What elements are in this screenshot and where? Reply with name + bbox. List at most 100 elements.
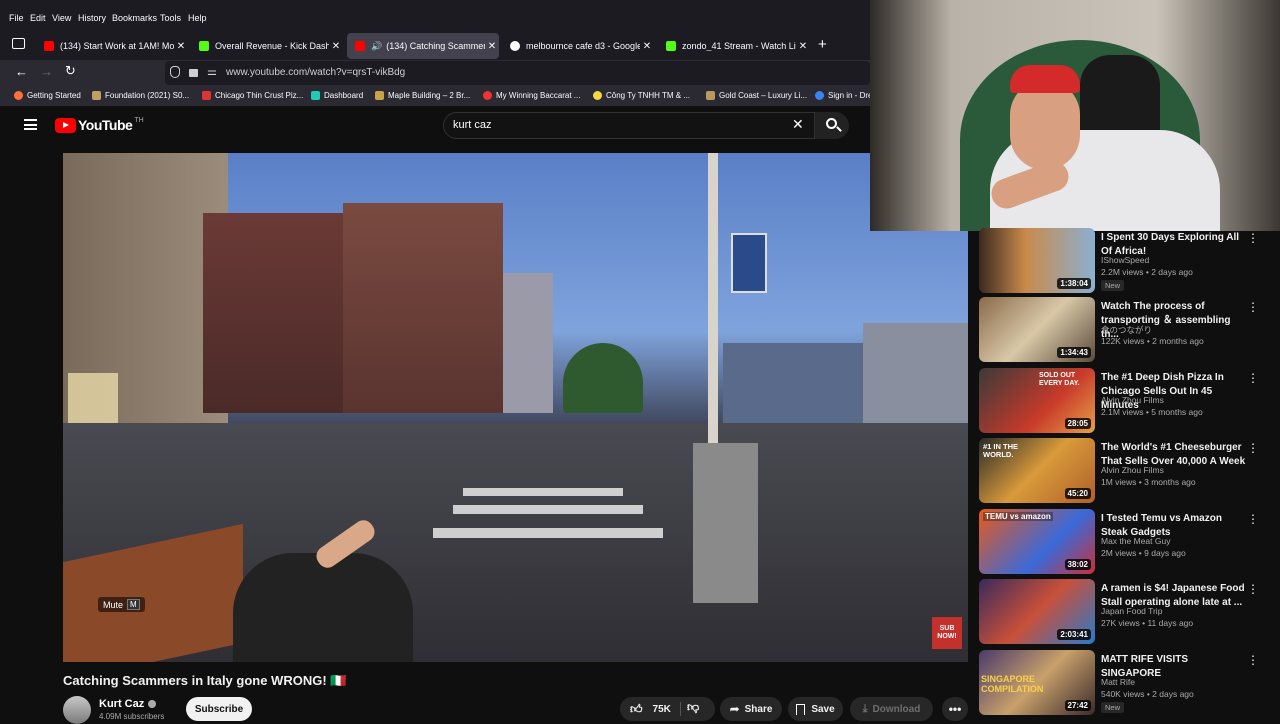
related-video[interactable]: 1:34:43 Watch The process of transportin… — [979, 297, 1279, 365]
related-channel-name[interactable]: 食のつながり — [1101, 324, 1152, 336]
like-count[interactable]: 75K — [653, 704, 671, 715]
bookmark-favicon-icon — [483, 91, 492, 100]
video-thumbnail[interactable]: SOLD OUT EVERY DAY. 28:05 — [979, 368, 1095, 433]
video-thumbnail[interactable]: TEMU vs amazon 38:02 — [979, 509, 1095, 574]
related-video[interactable]: 2:03:41 A ramen is $4! Japanese Food Sta… — [979, 579, 1279, 647]
related-video-meta: 540K views • 2 days ago — [1101, 689, 1194, 699]
close-tab-icon[interactable]: ✕ — [329, 41, 343, 52]
verified-icon — [148, 700, 157, 708]
search-box[interactable] — [443, 112, 815, 139]
back-icon[interactable]: ← — [15, 64, 28, 79]
hamburger-menu-icon[interactable] — [24, 119, 37, 130]
more-options-icon[interactable]: ⋮ — [1247, 653, 1259, 667]
like-icon[interactable]: 👍︎ — [630, 702, 643, 717]
dislike-icon[interactable]: 👎︎ — [687, 700, 699, 715]
video-thumbnail[interactable]: 2:03:41 — [979, 579, 1095, 644]
more-options-icon[interactable]: ⋮ — [1247, 300, 1259, 314]
bookmark-item[interactable]: Foundation (2021) S0... — [92, 91, 189, 100]
bookmark-item[interactable]: Dashboard — [311, 91, 363, 100]
url-text[interactable]: www.youtube.com/watch?v=qrsT-vikBdg — [226, 67, 405, 78]
related-video[interactable]: TEMU vs amazon 38:02 I Tested Temu vs Am… — [979, 509, 1279, 577]
menu-help[interactable]: Help — [188, 13, 207, 23]
related-channel-name[interactable]: Alvin Zhou Films — [1101, 465, 1164, 475]
mute-shortcut-key: M — [127, 599, 140, 610]
bookmark-item[interactable]: Sign in - Dre — [815, 91, 872, 100]
tab-catching-scammers[interactable]: 🔊 (134) Catching Scammers in ✕ — [347, 33, 499, 59]
tab-kick-dashboard[interactable]: Overall Revenue - Kick Dashboa ✕ — [191, 33, 343, 59]
youtube-favicon-icon — [355, 41, 365, 51]
speaker-icon[interactable]: 🔊 — [371, 41, 382, 52]
bookmark-item[interactable]: Gold Coast – Luxury Li... — [706, 91, 807, 100]
subscribe-button[interactable]: Subscribe — [186, 697, 252, 721]
subscribe-watermark[interactable]: SUB NOW! — [932, 617, 962, 649]
channel-name-row[interactable]: Kurt Caz — [99, 698, 157, 710]
country-code: TH — [134, 116, 144, 124]
more-options-icon[interactable]: ⋮ — [1247, 231, 1259, 245]
video-thumbnail[interactable]: 1:38:04 — [979, 228, 1095, 293]
menu-bookmarks[interactable]: Bookmarks — [112, 13, 157, 23]
youtube-logo[interactable]: YouTube TH — [55, 117, 144, 133]
bookmark-item[interactable]: My Winning Baccarat ... — [483, 91, 580, 100]
menu-edit[interactable]: Edit — [30, 13, 46, 23]
related-channel-name[interactable]: Max the Meat Guy — [1101, 536, 1170, 546]
related-channel-name[interactable]: Japan Food Trip — [1101, 606, 1162, 616]
clear-search-icon[interactable]: ✕ — [792, 116, 804, 133]
download-label: Download — [872, 703, 921, 715]
video-thumbnail[interactable]: #1 IN THE WORLD. 45:20 — [979, 438, 1095, 503]
shield-icon[interactable] — [170, 66, 180, 78]
close-tab-icon[interactable]: ✕ — [485, 41, 499, 52]
related-channel-name[interactable]: IShowSpeed — [1101, 255, 1149, 265]
kick-favicon-icon — [666, 41, 676, 51]
channel-name[interactable]: Kurt Caz — [99, 698, 144, 710]
bookmark-label: Dashboard — [324, 91, 364, 100]
more-options-icon[interactable]: ⋮ — [1247, 582, 1259, 596]
more-actions-icon[interactable]: ••• — [942, 697, 968, 721]
related-video[interactable]: #1 IN THE WORLD. 45:20 The World's #1 Ch… — [979, 438, 1279, 506]
menu-file[interactable]: File — [9, 13, 24, 23]
more-options-icon[interactable]: ⋮ — [1247, 512, 1259, 526]
video-player[interactable]: Mute M SUB NOW! — [63, 153, 968, 662]
permissions-icon[interactable]: ⚌ — [207, 65, 217, 78]
new-tab-button[interactable]: + — [818, 36, 827, 53]
bookmark-item[interactable]: Maple Building – 2 Br... — [375, 91, 470, 100]
related-video[interactable]: SINGAPORE COMPILATION 27:42 MATT RIFE VI… — [979, 650, 1279, 718]
tab-title: zondo_41 Stream - Watch Live o — [682, 41, 796, 51]
search-button[interactable] — [815, 112, 849, 139]
youtube-favicon-icon — [44, 41, 54, 51]
download-button[interactable]: ⤓ Download — [850, 697, 933, 721]
related-channel-name[interactable]: Matt Rife — [1101, 677, 1135, 687]
related-video[interactable]: SOLD OUT EVERY DAY. 28:05 The #1 Deep Di… — [979, 368, 1279, 436]
tab-list-icon[interactable] — [12, 38, 25, 49]
video-frame-crosswalk-3 — [433, 528, 663, 538]
search-input[interactable]: kurt caz — [453, 119, 492, 131]
bookmark-item[interactable]: Chicago Thin Crust Piz... — [202, 91, 303, 100]
close-tab-icon[interactable]: ✕ — [174, 41, 188, 52]
video-thumbnail[interactable]: 1:34:43 — [979, 297, 1095, 362]
bookmark-save-icon — [796, 703, 806, 715]
menu-view[interactable]: View — [52, 13, 71, 23]
lock-icon[interactable] — [189, 69, 198, 77]
close-tab-icon[interactable]: ✕ — [640, 41, 654, 52]
menu-tools[interactable]: Tools — [160, 13, 181, 23]
related-video[interactable]: 1:38:04 I Spent 30 Days Exploring All Of… — [979, 228, 1279, 296]
video-thumbnail[interactable]: SINGAPORE COMPILATION 27:42 — [979, 650, 1095, 715]
share-button[interactable]: ➦ Share — [720, 697, 782, 721]
mute-label: Mute — [103, 599, 124, 610]
more-options-icon[interactable]: ⋮ — [1247, 371, 1259, 385]
bookmark-item[interactable]: Getting Started — [14, 91, 81, 100]
bookmark-item[interactable]: Công Ty TNHH TM & ... — [593, 91, 690, 100]
video-frame-crossing-sign — [731, 233, 767, 293]
tab-start-work[interactable]: (134) Start Work at 1AM! Moth ✕ — [36, 33, 188, 59]
tab-zondo-stream[interactable]: zondo_41 Stream - Watch Live o ✕ — [658, 33, 810, 59]
tab-google-search[interactable]: melbournce cafe d3 - Google S ✕ — [502, 33, 654, 59]
bookmark-favicon-icon — [202, 91, 211, 100]
google-favicon-icon — [510, 41, 520, 51]
menu-history[interactable]: History — [78, 13, 106, 23]
close-tab-icon[interactable]: ✕ — [796, 41, 810, 52]
save-button[interactable]: Save — [788, 697, 843, 721]
bookmark-label: Getting Started — [27, 91, 81, 100]
reload-icon[interactable]: ↻ — [65, 63, 76, 79]
related-channel-name[interactable]: Alvin Zhou Films — [1101, 395, 1164, 405]
more-options-icon[interactable]: ⋮ — [1247, 441, 1259, 455]
forward-icon[interactable]: → — [40, 64, 53, 79]
